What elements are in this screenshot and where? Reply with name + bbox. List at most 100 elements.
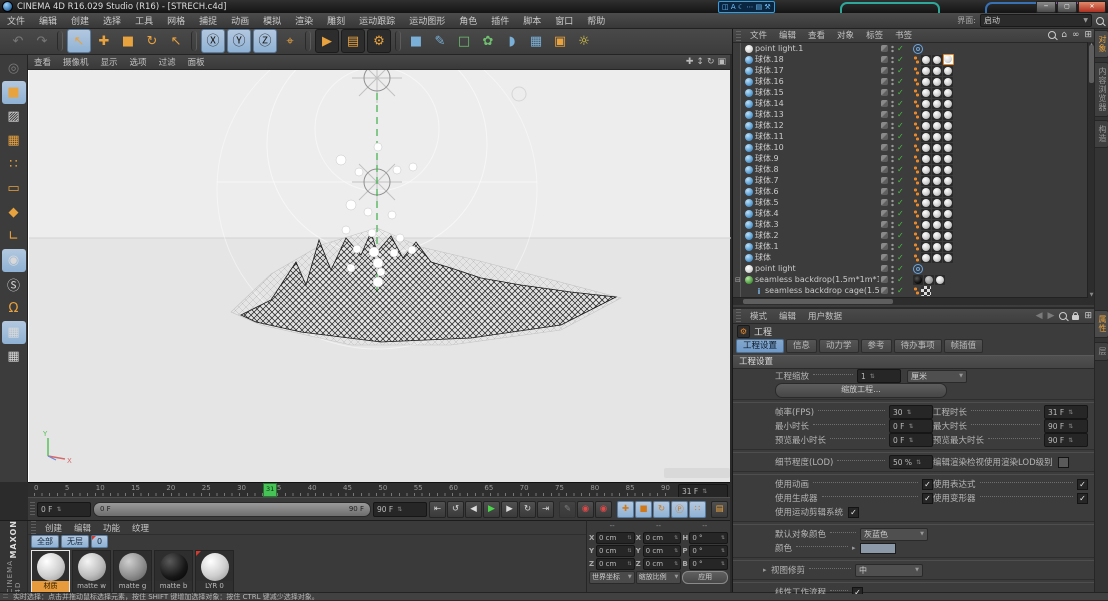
layer-chip-icon[interactable] <box>881 177 888 184</box>
object-name[interactable]: 球体.4 <box>755 208 879 219</box>
object-name[interactable]: 球体.13 <box>755 109 879 120</box>
lock-workplane[interactable]: ▦ <box>1 321 26 344</box>
apply-button[interactable]: 应用 <box>682 570 729 584</box>
object-row[interactable]: 球体.16 ✓ <box>733 76 1096 87</box>
next-key-button[interactable]: ↻ <box>519 500 536 518</box>
scale-mode-dropdown[interactable]: 缩放比例 ▼ <box>635 570 682 584</box>
object-name[interactable]: 球体.1 <box>755 241 879 252</box>
object-toggles[interactable]: ✓ <box>881 121 904 130</box>
layer-chip-icon[interactable] <box>881 122 888 129</box>
expander-icon[interactable]: ⊟ <box>733 276 745 284</box>
object-toggles[interactable]: ✓ <box>881 154 904 163</box>
menu-item[interactable]: 插件 <box>484 14 516 27</box>
pan-view-icon[interactable]: ✚ <box>686 57 694 67</box>
enabled-check-icon[interactable]: ✓ <box>897 176 904 185</box>
enabled-check-icon[interactable]: ✓ <box>897 231 904 240</box>
link-icon[interactable]: ∞ <box>1072 30 1080 40</box>
preview-range-slider[interactable]: 0 F 90 F <box>93 501 371 517</box>
mini-timeline-button[interactable]: ▤ <box>711 500 728 518</box>
object-name[interactable]: seamless backdrop(1.5m*1m*1m) <box>755 275 879 284</box>
object-name[interactable]: 球体.3 <box>755 219 879 230</box>
dots-tag[interactable] <box>913 164 920 175</box>
max-time-field[interactable]: 90 F ⇅ <box>1044 419 1088 433</box>
object-name[interactable]: 球体.11 <box>755 131 879 142</box>
make-editable[interactable]: ◎ <box>2 57 26 80</box>
lock-y-axis[interactable]: Ⓨ <box>227 29 251 53</box>
sphere-tag[interactable] <box>943 131 953 142</box>
fps-field[interactable]: 30 ⇅ <box>889 405 933 419</box>
object-name[interactable]: 球体.5 <box>755 197 879 208</box>
add-generator[interactable]: □ <box>453 30 475 52</box>
drag-handle[interactable] <box>30 502 35 516</box>
separator[interactable] <box>305 31 311 51</box>
visibility-dots-icon[interactable] <box>891 77 894 86</box>
sphere-tag[interactable] <box>943 98 953 109</box>
previous-frame-button[interactable]: ◀ <box>465 500 482 518</box>
visibility-dots-icon[interactable] <box>891 66 894 75</box>
object-name[interactable]: point light <box>755 264 879 273</box>
sphere-tag[interactable] <box>943 230 953 241</box>
material-menu-item[interactable]: 创建 <box>39 522 68 534</box>
size-x-field[interactable]: 0 cm ⇅ <box>642 531 682 544</box>
enabled-check-icon[interactable]: ✓ <box>897 275 904 284</box>
move-tool[interactable]: ✚ <box>93 30 115 52</box>
visibility-dots-icon[interactable] <box>891 55 894 64</box>
object-toggles[interactable]: ✓ <box>881 55 904 64</box>
menu-item[interactable]: 选择 <box>96 14 128 27</box>
keyframe-parameter-toggle[interactable]: Ⓟ <box>671 500 688 518</box>
sphere-tag[interactable] <box>921 164 931 175</box>
sphere-tag[interactable] <box>921 120 931 131</box>
object-toggles[interactable]: ✓ <box>881 44 904 53</box>
visibility-dots-icon[interactable] <box>891 253 894 262</box>
layer-chip-icon[interactable] <box>881 144 888 151</box>
object-name[interactable]: 球体 <box>755 252 879 263</box>
sphere-tag[interactable] <box>932 87 942 98</box>
object-row[interactable]: 球体.14 ✓ <box>733 98 1096 109</box>
sphere-tag[interactable] <box>921 153 931 164</box>
dots-tag[interactable] <box>913 109 920 120</box>
play-button[interactable]: ▶ <box>483 500 500 518</box>
sphere-tag[interactable] <box>932 164 942 175</box>
lod-field[interactable]: 50 % ⇅ <box>889 455 933 469</box>
home-icon[interactable]: ⌂ <box>1061 30 1067 40</box>
object-name[interactable]: 球体.15 <box>755 87 879 98</box>
layer-chip-icon[interactable] <box>881 67 888 74</box>
enabled-check-icon[interactable]: ✓ <box>897 121 904 130</box>
add-deformer[interactable]: ✿ <box>477 30 499 52</box>
enabled-check-icon[interactable]: ✓ <box>897 286 904 295</box>
coordinate-space-dropdown[interactable]: 世界坐标 ▼ <box>589 570 635 584</box>
attribute-tab[interactable]: 动力学 <box>819 339 859 353</box>
object-manager-menu-item[interactable]: 编辑 <box>773 29 802 41</box>
sphere-tag[interactable] <box>932 65 942 76</box>
object-toggles[interactable]: ✓ <box>881 275 904 284</box>
sphere-tag[interactable] <box>932 208 942 219</box>
object-toggles[interactable]: ✓ <box>881 66 904 75</box>
sphere-tag[interactable] <box>943 120 953 131</box>
viewport-menu-item[interactable]: 过滤 <box>153 56 182 68</box>
goto-end-button[interactable]: ⇥ <box>537 500 554 518</box>
separator[interactable] <box>395 31 401 51</box>
object-name[interactable]: 球体.7 <box>755 175 879 186</box>
search-icon[interactable] <box>1096 16 1104 25</box>
layer-chip-icon[interactable] <box>881 111 888 118</box>
enabled-check-icon[interactable]: ✓ <box>897 242 904 251</box>
object-toggles[interactable]: ✓ <box>881 242 904 251</box>
sphere-tag[interactable] <box>932 142 942 153</box>
layer-chip-icon[interactable] <box>881 45 888 52</box>
sphere-tag[interactable] <box>932 131 942 142</box>
object-toggles[interactable]: ✓ <box>881 220 904 229</box>
dots-tag[interactable] <box>913 175 920 186</box>
visibility-dots-icon[interactable] <box>891 242 894 251</box>
last-used-tool[interactable]: ↖ <box>165 30 187 52</box>
sphere-tag[interactable] <box>943 142 953 153</box>
taskbar-tab-teal[interactable] <box>840 2 940 13</box>
menu-item[interactable]: 工具 <box>128 14 160 27</box>
drag-handle[interactable] <box>736 28 741 42</box>
enabled-check-icon[interactable]: ✓ <box>897 143 904 152</box>
object-name[interactable]: 球体.6 <box>755 186 879 197</box>
object-name[interactable]: 球体.12 <box>755 120 879 131</box>
object-row[interactable]: 球体.17 ✓ <box>733 65 1096 76</box>
object-name[interactable]: 球体.18 <box>755 54 879 65</box>
object-toggles[interactable]: ✓ <box>881 77 904 86</box>
minimize-button[interactable]: ─ <box>1036 1 1056 13</box>
